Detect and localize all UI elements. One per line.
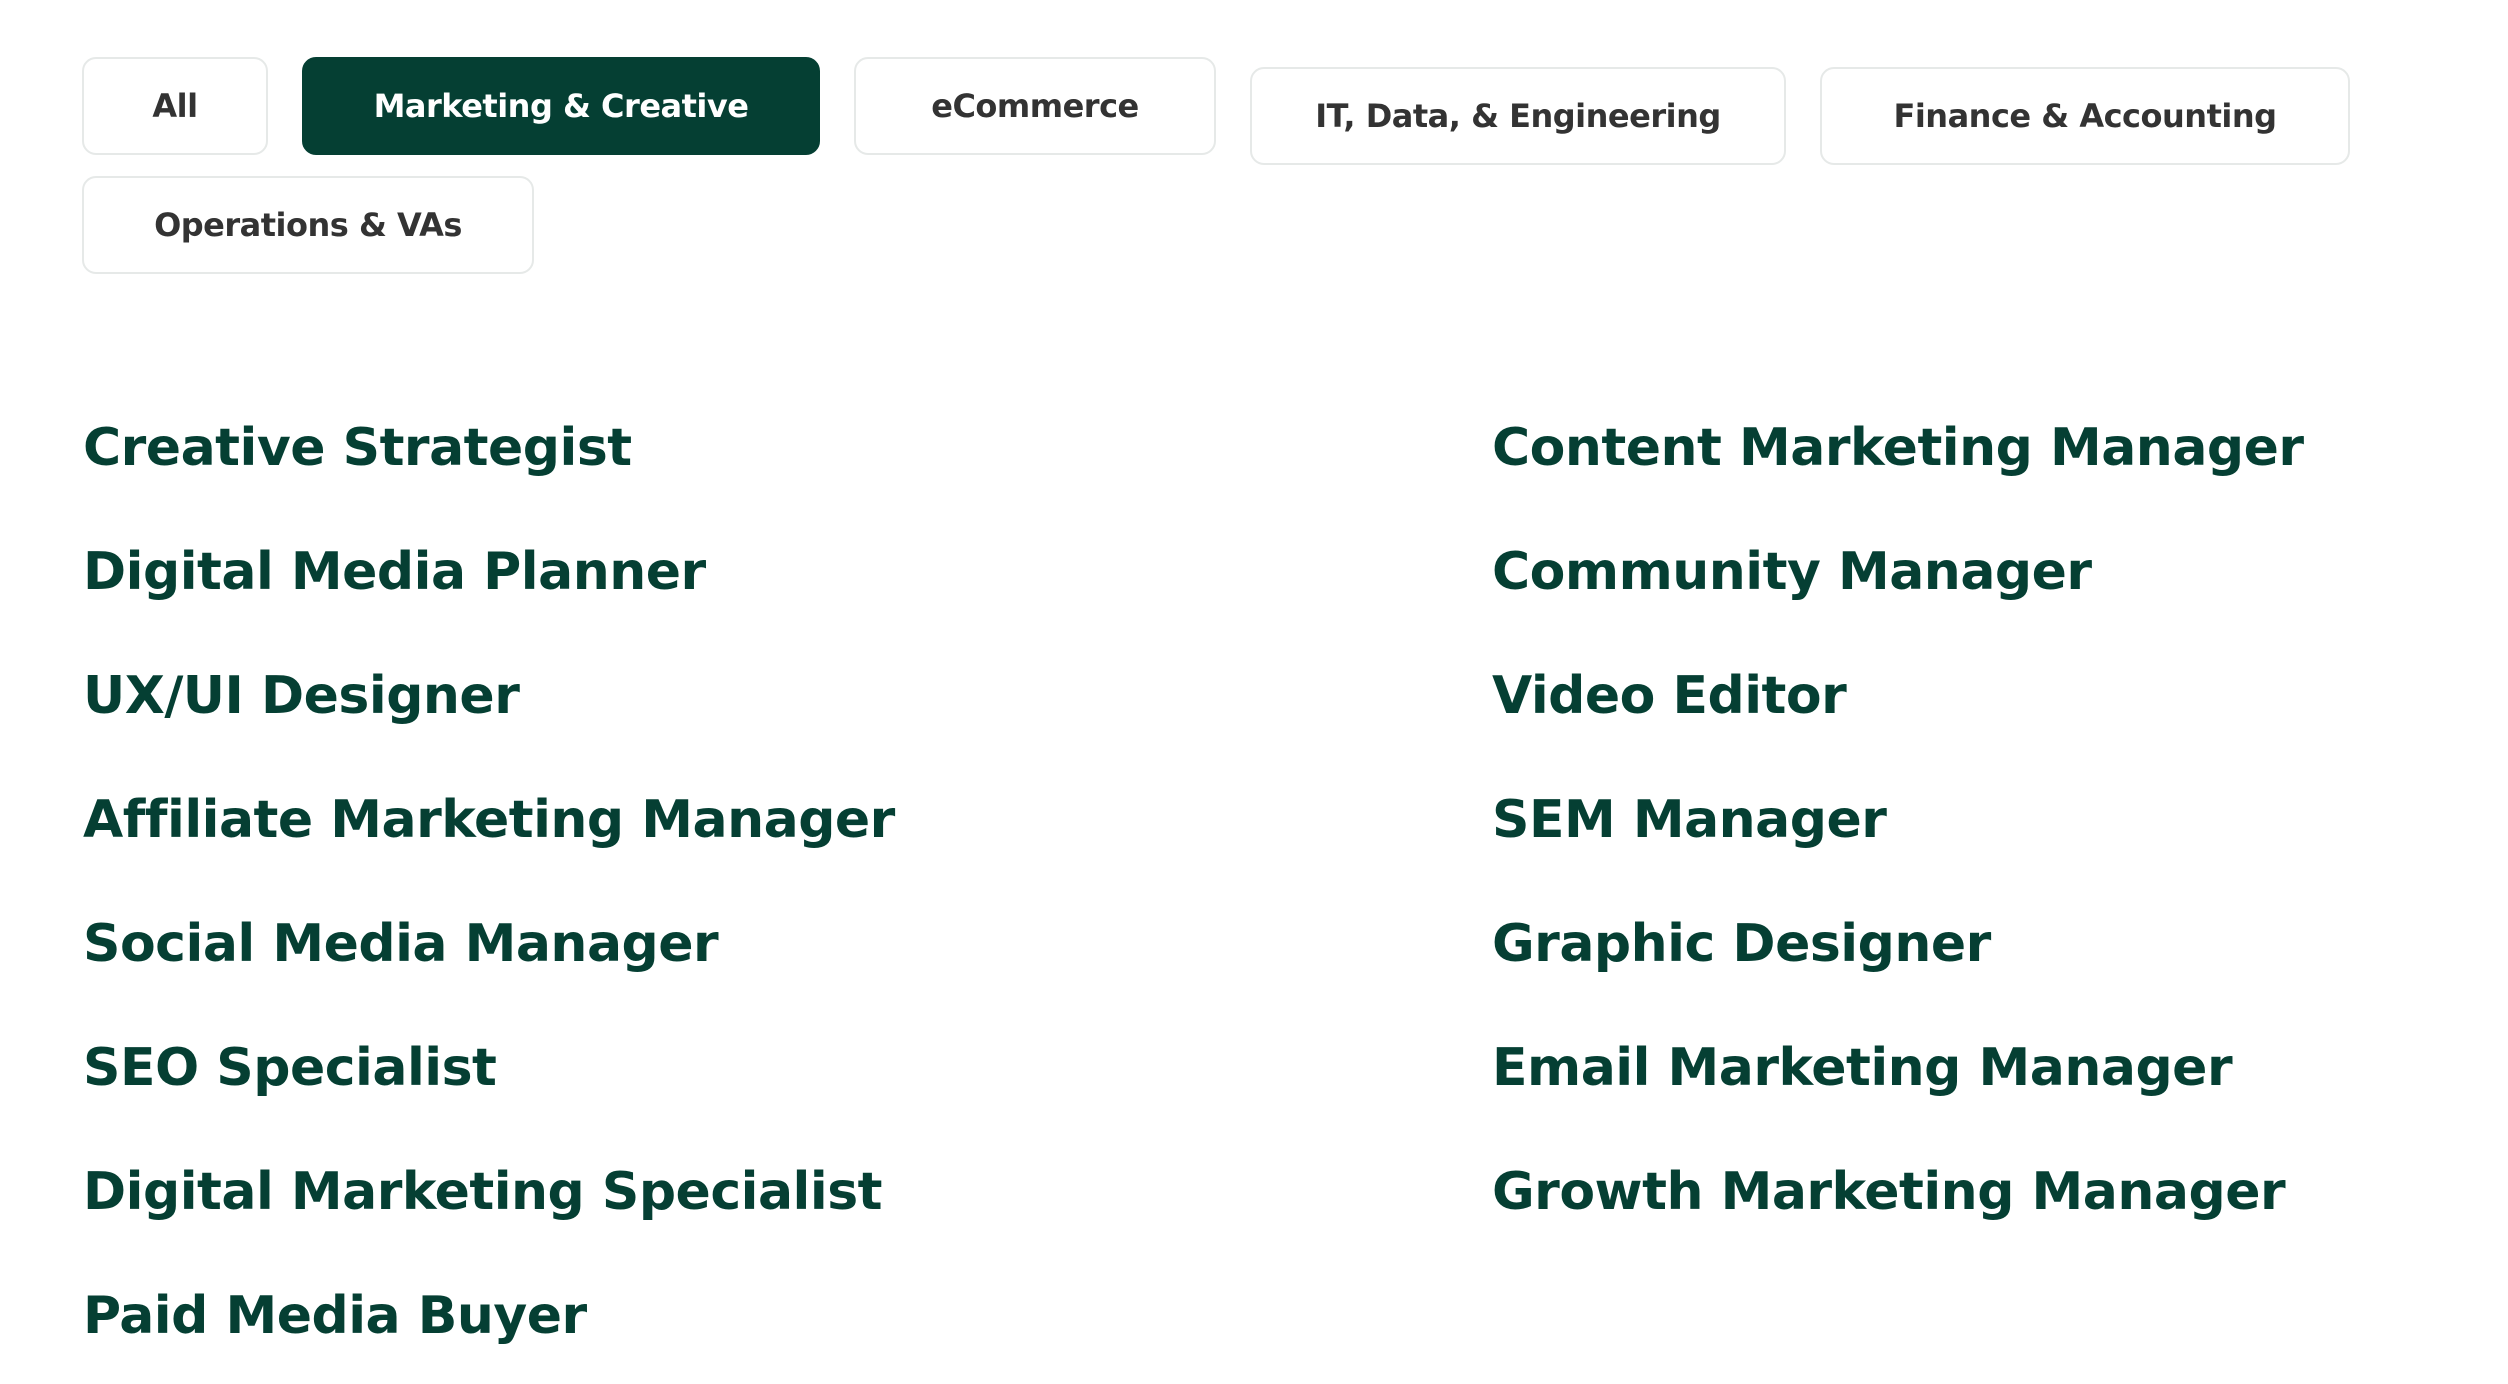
filter-operations-vas-button[interactable]: Operations & VAs (82, 176, 534, 274)
role-link[interactable]: Community Manager (1492, 546, 2092, 598)
role-link[interactable]: Paid Media Buyer (83, 1290, 587, 1342)
role-link[interactable]: Social Media Manager (83, 918, 719, 970)
role-link[interactable]: Affiliate Marketing Manager (83, 794, 895, 846)
filter-marketing-creative-button[interactable]: Marketing & Creative (302, 57, 820, 155)
page: All Marketing & Creative eCommerce IT, D… (0, 0, 2508, 1384)
role-link[interactable]: Email Marketing Manager (1492, 1042, 2233, 1094)
filter-it-data-engineering-button[interactable]: IT, Data, & Engineering (1250, 67, 1786, 165)
filter-ecommerce-button[interactable]: eCommerce (854, 57, 1216, 155)
role-link[interactable]: Content Marketing Manager (1492, 422, 2304, 474)
role-link[interactable]: Growth Marketing Manager (1492, 1166, 2286, 1218)
role-link[interactable]: Graphic Designer (1492, 918, 1991, 970)
role-link[interactable]: Digital Marketing Specialist (83, 1166, 883, 1218)
role-link[interactable]: Video Editor (1492, 670, 1847, 722)
filter-all-button[interactable]: All (82, 57, 268, 155)
role-link[interactable]: SEM Manager (1492, 794, 1887, 846)
role-link[interactable]: SEO Specialist (83, 1042, 497, 1094)
role-link[interactable]: Creative Strategist (83, 422, 632, 474)
category-filter-bar: All Marketing & Creative eCommerce IT, D… (0, 0, 2508, 300)
role-link[interactable]: UX/UI Designer (83, 670, 520, 722)
role-link[interactable]: Digital Media Planner (83, 546, 706, 598)
filter-finance-accounting-button[interactable]: Finance & Accounting (1820, 67, 2350, 165)
